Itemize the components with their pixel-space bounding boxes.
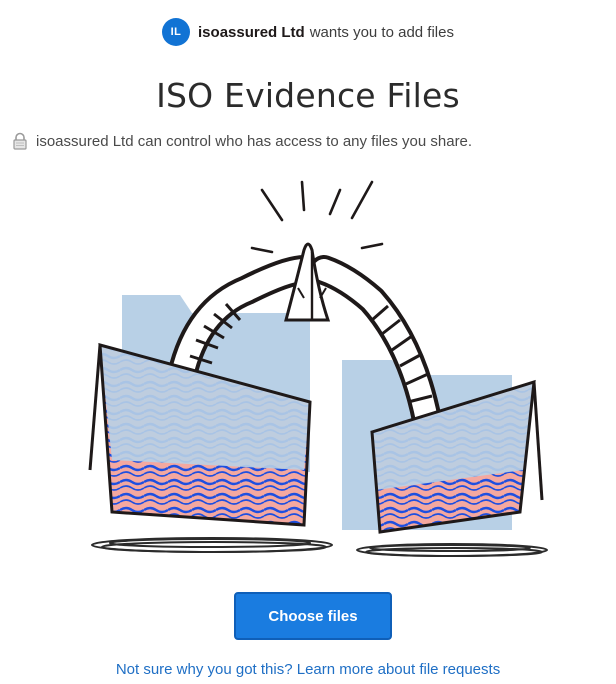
file-requests-help-link[interactable]: Not sure why you got this? Learn more ab… <box>0 661 616 678</box>
privacy-text: isoassured Ltd can control who has acces… <box>36 132 473 150</box>
choose-files-button[interactable]: Choose files <box>234 592 392 640</box>
requester-name: isoassured Ltd <box>198 23 305 41</box>
requester-avatar: IL <box>162 18 191 46</box>
folders-high-five-illustration <box>88 180 548 557</box>
lock-icon <box>13 132 27 150</box>
requester-line: IL isoassured Ltd wants you to add files <box>0 18 616 46</box>
page-title: ISO Evidence Files <box>156 76 460 115</box>
privacy-notice: isoassured Ltd can control who has acces… <box>12 132 616 150</box>
requester-action-text: wants you to add files <box>309 23 454 41</box>
